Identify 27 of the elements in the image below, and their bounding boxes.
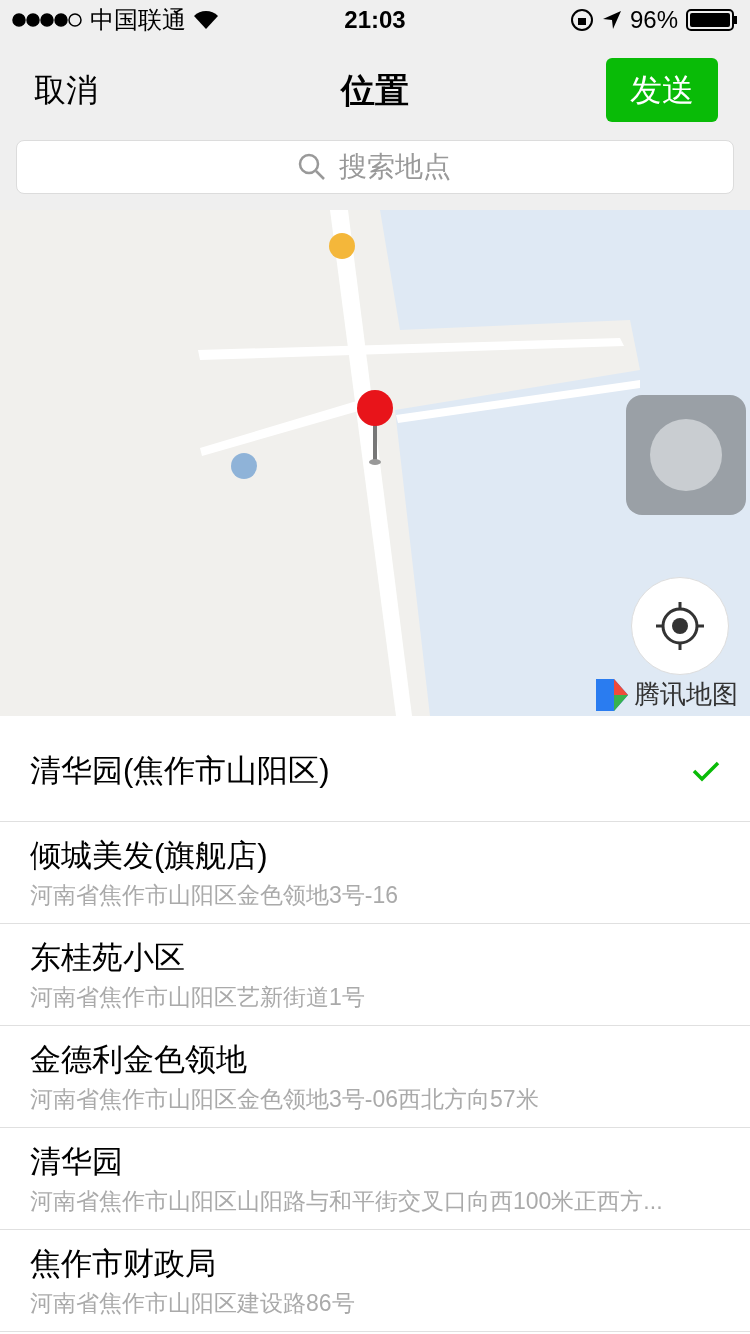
place-name: 东桂苑小区	[30, 938, 186, 977]
location-arrow-icon	[601, 10, 622, 30]
battery-percent: 96%	[629, 5, 678, 35]
place-address: 河南省焦作市山阳区金色领地3号-16	[30, 880, 400, 910]
status-time: 21:03	[344, 5, 406, 35]
map-attribution: 腾讯地图	[634, 678, 738, 711]
cancel-button[interactable]: 取消	[34, 66, 98, 114]
place-name: 金德利金色领地	[30, 1040, 248, 1079]
signal-icon	[12, 13, 82, 27]
battery-icon	[686, 9, 738, 31]
wifi-icon	[194, 11, 218, 29]
place-name: 焦作市财政局	[30, 1244, 217, 1283]
place-name: 倾城美发(旗舰店)	[30, 836, 269, 875]
map-pin-icon	[355, 390, 395, 466]
place-name: 清华园(焦作市山阳区)	[30, 751, 331, 790]
map-logo-icon	[594, 676, 630, 713]
place-address: 河南省焦作市山阳区山阳路与和平街交叉口向西100米正西方...	[30, 1186, 664, 1216]
place-name: 清华园	[30, 1142, 124, 1181]
place-address: 河南省焦作市山阳区金色领地3号-06西北方向57米	[30, 1084, 540, 1114]
rotation-lock-icon	[569, 8, 594, 32]
search-icon	[298, 153, 326, 181]
place-address: 河南省焦作市山阳区艺新街道1号	[30, 982, 366, 1012]
page-title: 位置	[341, 69, 409, 111]
search-field[interactable]: 搜索地点	[16, 140, 734, 194]
place-address: 河南省焦作市山阳区建设路86号	[30, 1288, 356, 1318]
crosshair-icon	[654, 600, 706, 652]
carrier-name: 中国联通	[90, 5, 186, 35]
